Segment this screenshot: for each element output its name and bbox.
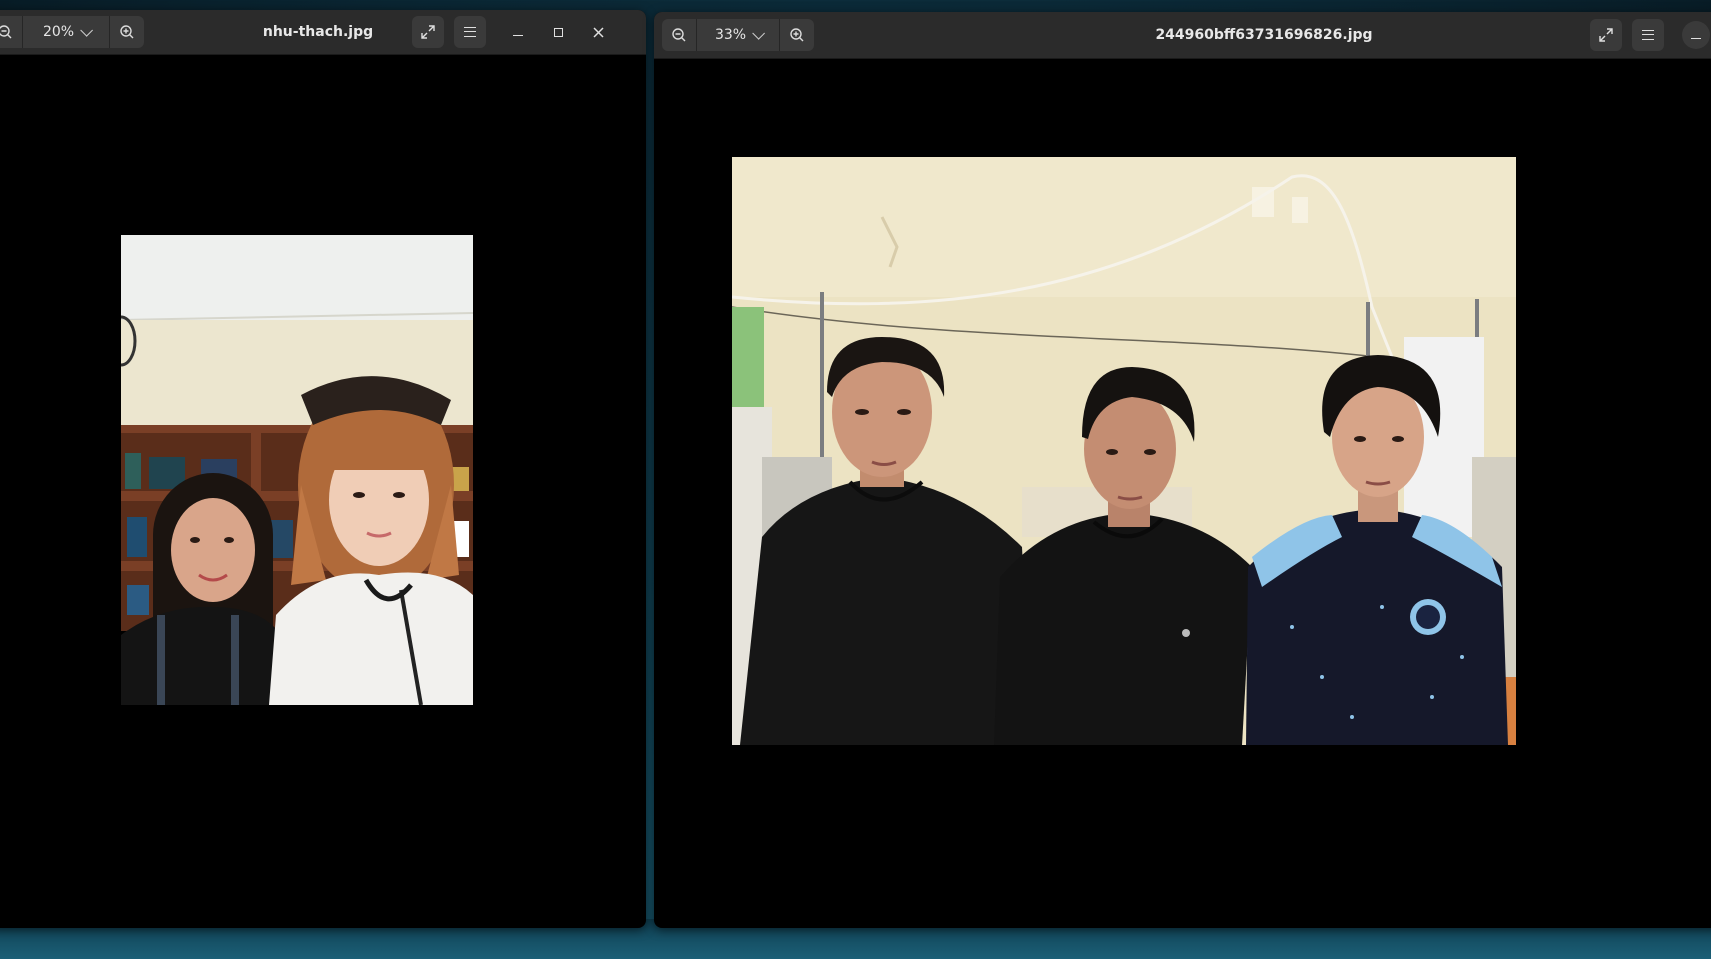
- zoom-in-button[interactable]: [780, 19, 814, 51]
- zoom-level-dropdown[interactable]: 33%: [697, 26, 779, 43]
- hamburger-menu-icon: [1642, 30, 1654, 40]
- image-viewer-window-right: 33% 244960bff63731696826.jpg: [654, 12, 1711, 928]
- main-menu-button[interactable]: [1632, 19, 1664, 51]
- fullscreen-icon: [1599, 28, 1613, 42]
- hamburger-menu-icon: [464, 27, 476, 37]
- displayed-image: [732, 157, 1516, 745]
- minimize-icon: [1691, 37, 1701, 39]
- fullscreen-icon: [421, 25, 435, 39]
- zoom-level-dropdown[interactable]: 20%: [23, 23, 109, 40]
- close-button[interactable]: [584, 18, 612, 46]
- zoom-level-value: 20%: [42, 24, 75, 40]
- zoom-out-icon: [672, 28, 686, 42]
- main-menu-button[interactable]: [454, 16, 486, 48]
- window-title: nhu-thach.jpg: [262, 24, 374, 40]
- headerbar: 20% nhu-thach.jpg: [0, 10, 646, 55]
- fullscreen-button[interactable]: [412, 16, 444, 48]
- zoom-level-value: 33%: [714, 27, 747, 43]
- maximize-icon: [553, 27, 563, 37]
- fullscreen-button[interactable]: [1590, 19, 1622, 51]
- minimize-icon: [513, 34, 523, 36]
- maximize-button[interactable]: [544, 18, 572, 46]
- minimize-button[interactable]: [1682, 21, 1710, 49]
- zoom-in-icon: [120, 25, 134, 39]
- image-viewer-window-left: 20% nhu-thach.jpg: [0, 10, 646, 928]
- window-title: 244960bff63731696826.jpg: [1155, 27, 1373, 43]
- headerbar: 33% 244960bff63731696826.jpg: [654, 12, 1711, 59]
- zoom-out-button[interactable]: [0, 16, 22, 48]
- zoom-out-button[interactable]: [662, 19, 696, 51]
- minimize-button[interactable]: [504, 18, 532, 46]
- zoom-control: 20%: [0, 16, 144, 48]
- displayed-image: [121, 235, 473, 705]
- zoom-in-button[interactable]: [110, 16, 144, 48]
- chevron-down-icon: [752, 26, 766, 40]
- zoom-control: 33%: [662, 19, 814, 51]
- zoom-in-icon: [790, 28, 804, 42]
- close-icon: [592, 26, 604, 38]
- zoom-out-icon: [0, 25, 12, 39]
- chevron-down-icon: [80, 23, 94, 37]
